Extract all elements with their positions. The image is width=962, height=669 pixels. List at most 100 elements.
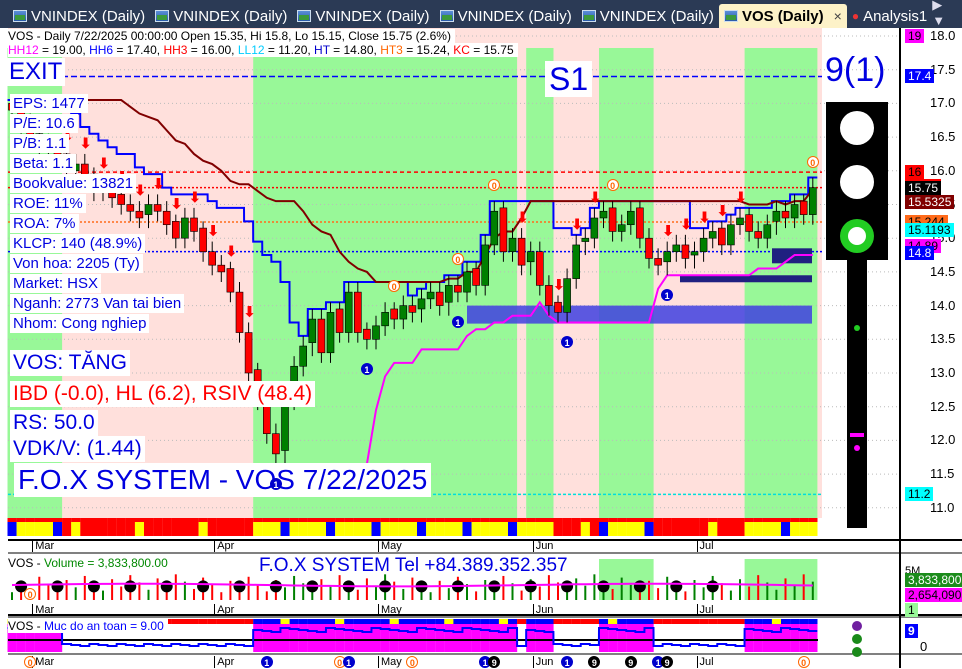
tab-vnindex-2[interactable]: VNINDEX (Daily) [150,4,292,28]
trend-band-cell [144,522,154,536]
green-zone [744,48,818,518]
trend-band-cell [171,522,181,536]
trend-band-top [662,518,672,522]
candle-up [399,305,408,320]
trend-band-top [34,518,44,522]
sell-arrow-icon: ⬇ [699,209,711,225]
safety-symbol: VOS [8,619,34,633]
trend-band-cell [808,522,818,536]
safety-zone [253,624,263,652]
trend-band-top [262,518,272,522]
candle-down [454,285,462,293]
safety-band-cell [271,619,281,624]
candle-up [308,318,317,343]
trend-band-cell [98,522,108,536]
trend-band-cell [380,522,390,536]
trend-band-top [790,518,800,522]
safety-zone [316,624,327,652]
close-tab-icon[interactable]: × [834,8,842,24]
safety-band-cell [417,619,427,624]
fundamental-item: ROA: 7% [10,214,79,233]
safety-band-cell [589,619,600,624]
trend-band-cell [235,522,245,536]
candle-up [181,217,189,239]
trend-band-top [7,518,17,522]
safety-band-cell [617,619,627,624]
tab-analysis1[interactable]: ● Analysis1 [847,4,932,28]
sell-arrow-icon: ⬇ [717,202,729,218]
trend-band-top [398,518,408,522]
sell-arrow-icon: ⬇ [662,223,674,239]
light-bottom-inner [848,227,866,245]
trend-band-top [435,518,445,522]
safety-band-cell [298,619,308,624]
candle-down [235,291,244,333]
candle-up [508,237,517,252]
trend-band-cell [699,522,709,536]
volume-dot [160,580,173,593]
chart-icon [581,10,596,22]
trend-band-top [808,518,818,522]
safety-band-cell [380,619,390,624]
trend-band-top [235,518,245,522]
volume-dot [233,580,246,593]
trend-band-top [407,518,418,522]
safety-value: Muc do an toan = 9.00 [44,619,164,633]
trend-band-cell [207,522,217,536]
hh6-value: = 17.40, [113,43,164,57]
volume-dot [197,580,210,593]
month-label: May [378,540,402,552]
tab-vnindex-5[interactable]: VNINDEX (Daily) [577,4,719,28]
trend-band-cell [544,522,554,536]
trend-band-cell [280,522,290,536]
sell-arrow-icon: ⬇ [171,196,183,212]
trend-band-cell [271,522,281,536]
chart-window[interactable]: ⬇⬇⬇⬇⬇⬇⬇⬇⬇⬇⬇⬇⬇⬇⬇⬇⬇⬇⬇⬇ VOS - Daily 7/22/20… [0,28,962,668]
trend-band-top [371,518,381,522]
trend-band-top [144,518,154,522]
safety-band-cell [498,619,509,624]
trend-band-top [153,518,163,522]
safety-band-cell [653,619,663,624]
candle-down [554,301,562,313]
traffic-light-pole [847,260,867,528]
trend-band-top [608,518,618,522]
volume-dot [633,580,646,593]
trend-band-top [216,518,226,522]
candle-down [208,251,216,266]
trend-band-cell [262,522,272,536]
trend-band-cell [180,522,190,536]
safety-zone [362,624,372,652]
tab-scroll-buttons[interactable]: ◀ ▶ ▼ [932,0,956,28]
trend-band-cell [644,522,654,536]
trend-band-top [653,518,663,522]
tab-vnindex-4[interactable]: VNINDEX (Daily) [435,4,577,28]
tab-vos-daily[interactable]: VOS (Daily) × [718,4,847,28]
candle-down [244,332,253,374]
safety-band-cell [762,619,772,624]
price-badge: 16 [905,165,925,180]
safety-band-cell [708,619,718,624]
safety-band-cell [517,619,527,624]
safety-band-cell [726,619,736,624]
trend-band-cell [617,522,627,536]
trend-band-cell [580,522,590,536]
levels-header: HH12 = 19.00, HH6 = 17.40, HH3 = 16.00, … [8,43,518,57]
safety-band-cell [771,619,782,624]
volume-title: VOS - Volume = 3,833,800.00 [8,556,168,570]
signal-count: 9(1) [825,51,886,89]
candle-up [581,237,590,242]
sell-arrow-icon: ⬇ [207,223,219,239]
safety-band-cell [489,619,499,624]
tab-vnindex-3[interactable]: VNINDEX (Daily) [292,4,434,28]
candle-up [417,298,426,310]
ht-label: HT [314,43,330,57]
tab-vnindex-1[interactable]: VNINDEX (Daily) [8,4,150,28]
safety-band-cell [326,619,336,624]
safety-zone [407,624,418,652]
trend-band-cell [753,522,763,536]
candle-down [117,194,125,205]
candle-up [736,217,744,226]
trend-band-cell [62,522,72,536]
safety-band-cell [389,619,399,624]
